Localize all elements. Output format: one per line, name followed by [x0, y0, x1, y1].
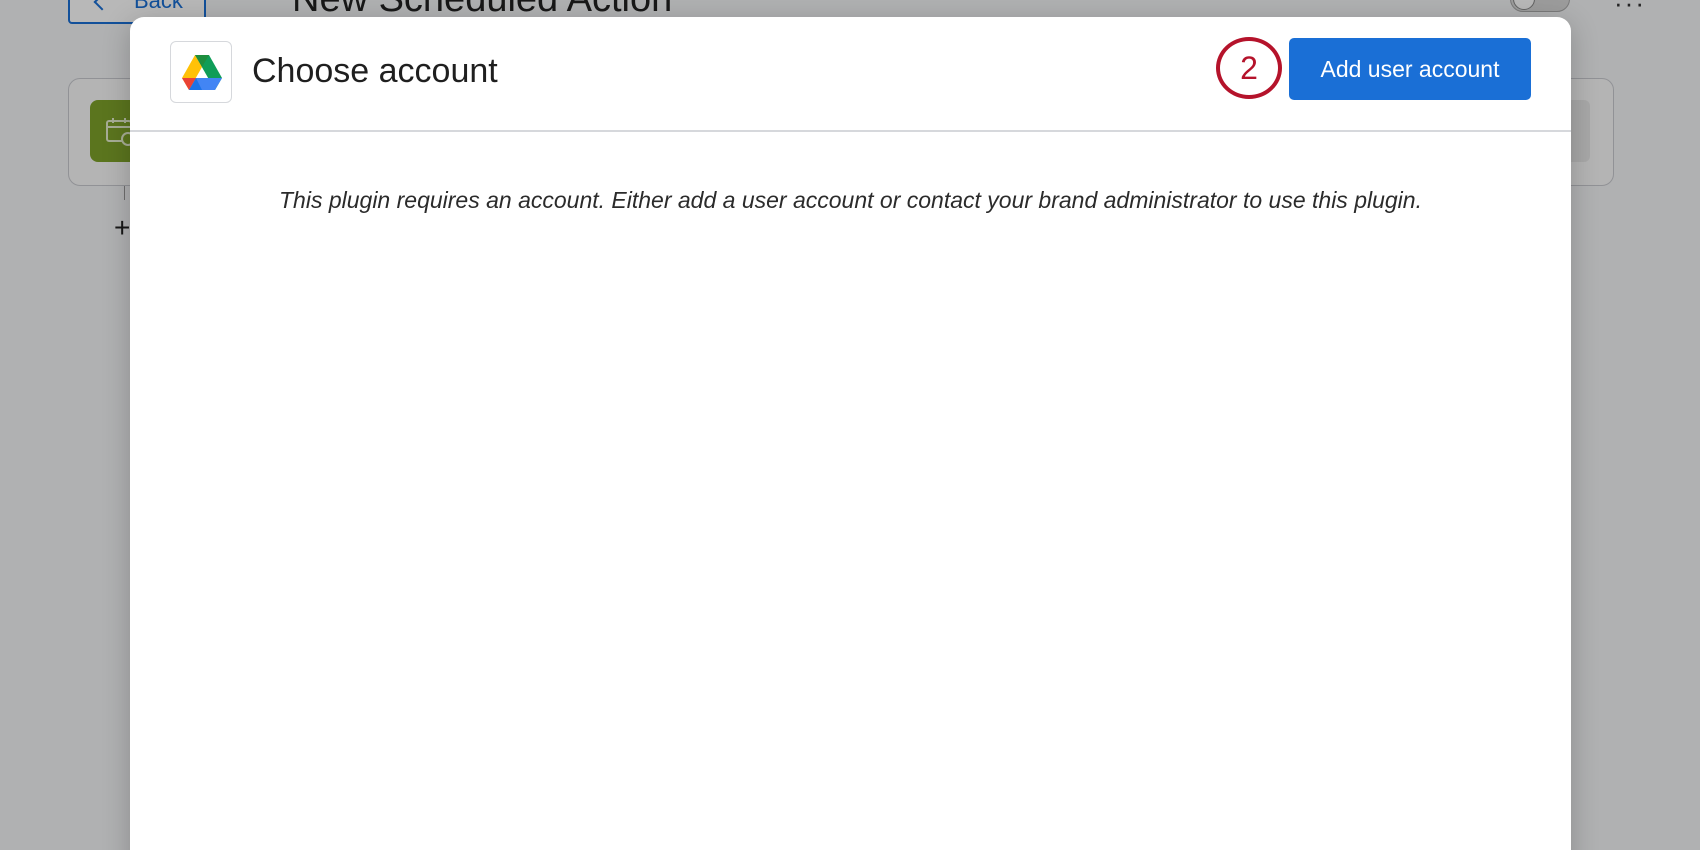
- account-required-message: This plugin requires an account. Either …: [279, 187, 1422, 213]
- dialog-title: Choose account: [252, 52, 498, 90]
- add-user-account-button[interactable]: Add user account: [1289, 38, 1531, 100]
- step-number-badge: 2: [1216, 37, 1282, 99]
- dialog-header: Choose account 2 Add user account: [130, 17, 1571, 132]
- choose-account-dialog: Choose account 2 Add user account This p…: [130, 17, 1571, 850]
- google-drive-icon: [170, 41, 232, 103]
